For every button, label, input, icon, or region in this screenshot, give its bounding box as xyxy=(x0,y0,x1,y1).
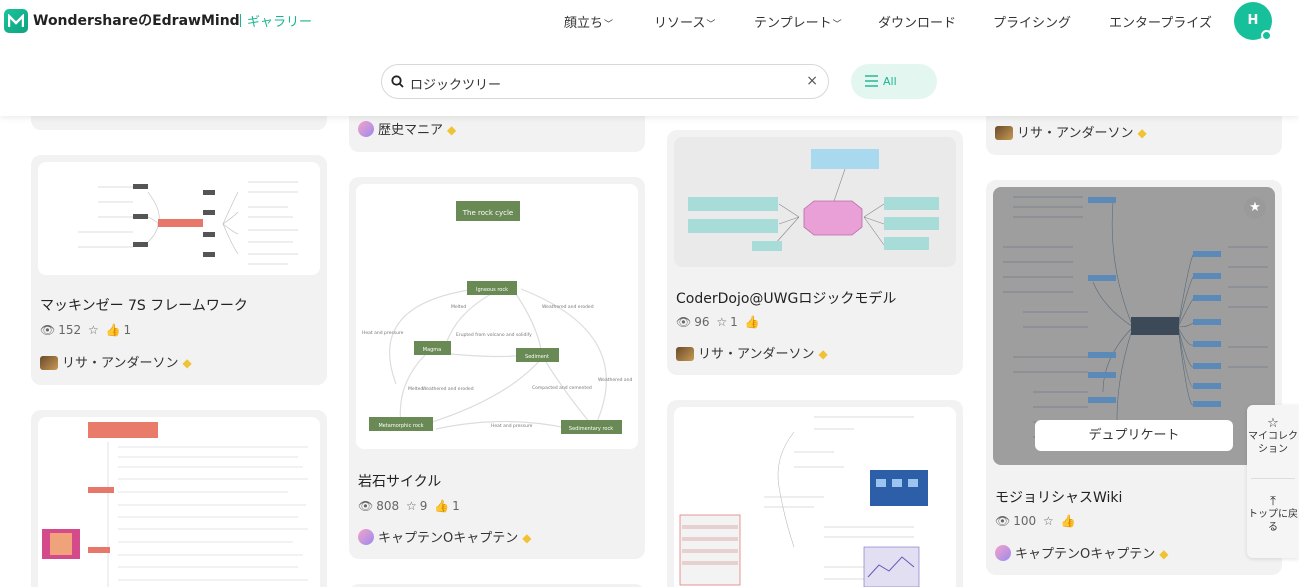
star-outline-icon: ☆ xyxy=(1267,416,1279,431)
menu-lines-icon xyxy=(865,75,878,87)
template-card-mckinsey[interactable]: マッキンゼー 7S フレームワーク 👁 152 ☆ 👍 1 リサ・アンダーソン ◆ xyxy=(31,155,327,385)
template-title[interactable]: 岩石サイクル xyxy=(358,471,441,491)
chevron-down-icon: ﹀ xyxy=(706,20,716,30)
duplicate-button[interactable]: デュプリケート xyxy=(1035,420,1233,451)
views-icon: 👁 xyxy=(358,499,374,513)
rock-edge-label: Heat and pressure xyxy=(362,330,404,336)
nav-faces[interactable]: 顔立ち﹀ xyxy=(564,12,613,31)
template-card-rock-cycle[interactable]: The rock cycle Igneous rock Magma Sedime… xyxy=(349,177,645,559)
floating-side-panel: ☆ マイコレクション ⤒ トップに戻る xyxy=(1247,405,1299,558)
rock-edge-label: Weathered and eroded xyxy=(422,386,474,392)
rock-node: Igneous rock xyxy=(476,287,508,293)
template-thumbnail: The rock cycle Igneous rock Magma Sedime… xyxy=(356,184,638,449)
template-stats: 👁 100 ☆ 👍 xyxy=(995,514,1076,528)
rock-edge-label: Weathered and eroded xyxy=(542,304,594,310)
template-card-logic[interactable] xyxy=(31,410,327,587)
rock-edge-label: Melted xyxy=(451,304,466,310)
author-avatar xyxy=(358,121,374,137)
premium-gem-icon: ◆ xyxy=(522,531,532,545)
nav-download[interactable]: ダウンロード xyxy=(878,12,956,31)
thumbs-up-icon[interactable]: 👍 xyxy=(745,315,760,329)
rock-node: Magma xyxy=(423,347,442,353)
template-thumbnail xyxy=(674,137,956,267)
premium-gem-icon: ◆ xyxy=(182,356,192,370)
rock-node: Metamorphic rock xyxy=(378,423,423,429)
template-card-wiki-map[interactable] xyxy=(667,400,963,587)
template-title[interactable]: CoderDojo@UWGロジックモデル xyxy=(676,288,896,308)
rock-edge-label: Weathered and xyxy=(598,377,633,383)
search-input[interactable]: ロジックツリー xyxy=(410,74,501,93)
template-author[interactable]: リサ・アンダーソン ◆ xyxy=(676,343,828,362)
brand-name[interactable]: WondershareのEdrawMind xyxy=(33,10,240,30)
chevron-down-icon: ﹀ xyxy=(832,20,842,30)
template-stats: 👁 808 ☆ 9 👍 1 xyxy=(358,499,460,513)
rock-edge-label: Compacted and cemented xyxy=(532,385,592,391)
thumbs-up-icon[interactable]: 👍 xyxy=(434,499,449,513)
my-collection-button[interactable]: ☆ マイコレクション xyxy=(1247,417,1299,456)
template-thumbnail xyxy=(38,162,320,275)
template-author[interactable]: リサ・アンダーソン ◆ xyxy=(995,122,1147,141)
template-author[interactable]: キャプテンOキャプテン ◆ xyxy=(358,527,531,546)
star-icon[interactable]: ☆ xyxy=(1043,514,1054,528)
template-card-coderdojo[interactable]: CoderDojo@UWGロジックモデル 👁 96 ☆ 1 👍 リサ・アンダーソン ◆ xyxy=(667,130,963,375)
star-icon[interactable]: ☆ xyxy=(406,499,417,513)
author-avatar xyxy=(995,126,1013,140)
top-header: WondershareのEdrawMind ギャラリー 顔立ち﹀ リソース﹀ テ… xyxy=(0,0,1299,116)
chevron-down-icon: ﹀ xyxy=(604,20,614,30)
template-title[interactable]: モジョリシャスWiki xyxy=(995,487,1122,507)
template-stats: 👁 96 ☆ 1 👍 xyxy=(676,315,760,329)
search-box[interactable]: ロジックツリー × xyxy=(381,64,829,99)
search-icon xyxy=(391,75,404,88)
rock-edge-label: Heat and pressure xyxy=(491,423,533,429)
gallery-link[interactable]: ギャラリー xyxy=(240,11,312,30)
nav-pricing[interactable]: プライシング xyxy=(993,12,1071,31)
template-thumbnail xyxy=(674,407,956,587)
rock-cycle-title: The rock cycle xyxy=(462,209,513,217)
rock-node: Sediment xyxy=(525,354,549,360)
views-icon: 👁 xyxy=(40,323,56,337)
filter-all-button[interactable]: All xyxy=(851,64,937,99)
views-icon: 👁 xyxy=(676,315,692,329)
author-avatar xyxy=(358,529,374,545)
template-thumbnail xyxy=(38,417,320,587)
views-icon: 👁 xyxy=(995,514,1011,528)
nav-resources[interactable]: リソース﹀ xyxy=(654,12,715,31)
template-author[interactable]: 歴史マニア ◆ xyxy=(358,119,456,138)
nav-enterprise[interactable]: エンタープライズ xyxy=(1109,12,1212,31)
thumbs-up-icon[interactable]: 👍 xyxy=(1061,514,1076,528)
star-icon[interactable]: ☆ xyxy=(716,315,727,329)
favorite-star-icon[interactable]: ★ xyxy=(1244,197,1266,219)
template-stats: 👁 152 ☆ 👍 1 xyxy=(40,323,132,337)
thumbs-up-icon[interactable]: 👍 xyxy=(106,323,121,337)
template-title[interactable]: マッキンゼー 7S フレームワーク xyxy=(40,295,248,315)
nav-templates[interactable]: テンプレート﹀ xyxy=(754,12,842,31)
divider xyxy=(1251,478,1295,479)
rock-node: Sedimentary rock xyxy=(569,426,613,432)
back-to-top-button[interactable]: ⤒ トップに戻る xyxy=(1247,495,1299,534)
premium-gem-icon: ◆ xyxy=(447,123,457,137)
star-icon[interactable]: ☆ xyxy=(88,323,99,337)
premium-gem-icon: ◆ xyxy=(1137,126,1147,140)
rock-edge-label: Erupted from volcano and solidify xyxy=(456,332,532,338)
premium-gem-icon: ◆ xyxy=(818,347,828,361)
premium-gem-icon: ◆ xyxy=(1159,547,1169,561)
author-avatar xyxy=(676,347,694,361)
template-author[interactable]: リサ・アンダーソン ◆ xyxy=(40,352,192,371)
online-status-dot xyxy=(1261,30,1272,41)
edrawmind-logo-icon[interactable] xyxy=(4,9,28,33)
clear-search-icon[interactable]: × xyxy=(806,73,818,89)
template-card-mojo-wiki[interactable]: モジョリシャスWiki 👁 100 ☆ 👍 キャプテンOキャプテン ◆ xyxy=(986,180,1282,575)
template-author[interactable]: キャプテンOキャプテン ◆ xyxy=(995,543,1168,562)
author-avatar xyxy=(995,545,1011,561)
arrow-up-icon: ⤒ xyxy=(1270,494,1276,509)
author-avatar xyxy=(40,356,58,370)
